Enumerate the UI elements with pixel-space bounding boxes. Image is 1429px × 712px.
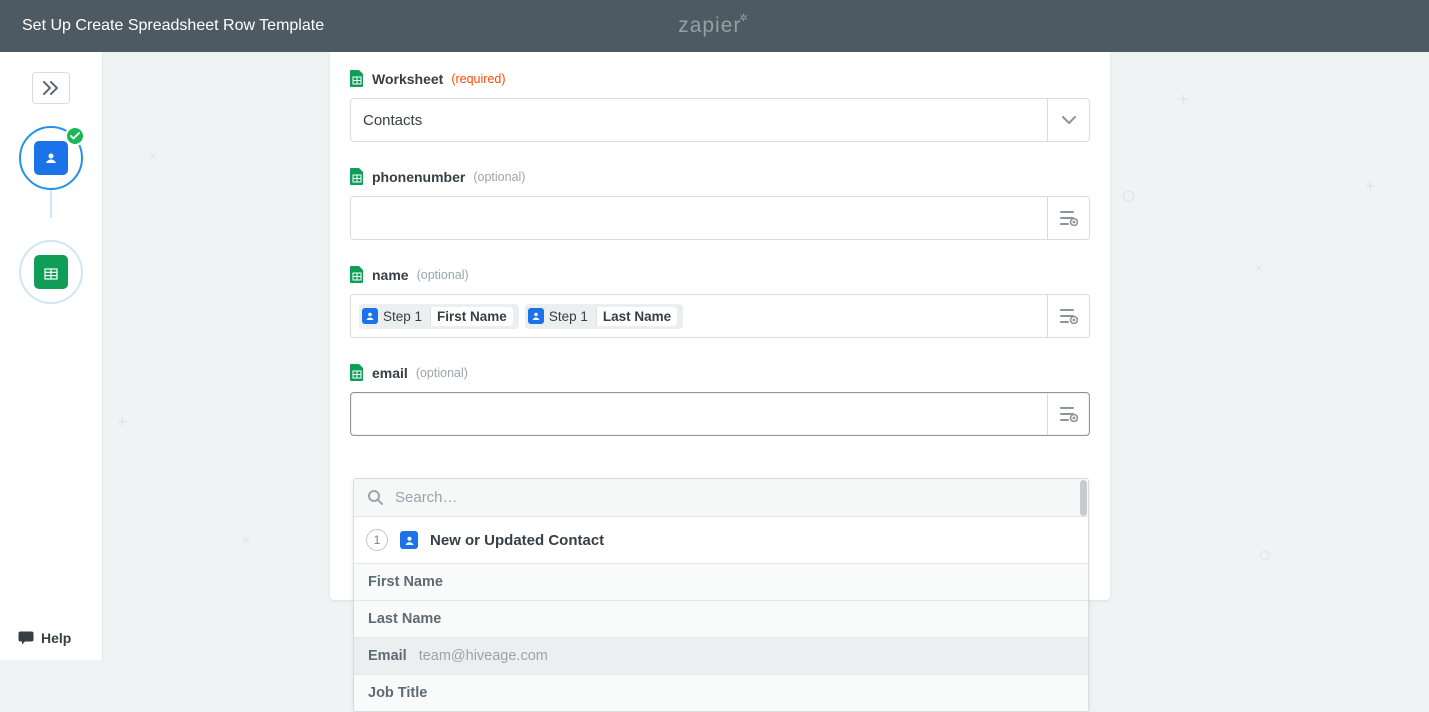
decor-plus: +: [117, 412, 128, 433]
search-icon: [368, 490, 383, 505]
field-email: email (optional): [350, 364, 1090, 436]
sheets-small-icon: [350, 266, 364, 284]
help-label: Help: [41, 630, 71, 646]
field-label: phonenumber (optional): [350, 168, 1090, 186]
field-label: Worksheet (required): [350, 70, 1090, 88]
field-phonenumber: phonenumber (optional): [350, 168, 1090, 240]
dropdown-item-job-title[interactable]: Job Title: [354, 675, 1088, 711]
worksheet-select[interactable]: Contacts: [350, 98, 1090, 142]
field-label: name (optional): [350, 266, 1090, 284]
sheets-small-icon: [350, 70, 364, 88]
sheets-small-icon: [350, 168, 364, 186]
help-button[interactable]: Help: [18, 630, 71, 646]
decor-x: ×: [149, 148, 157, 164]
sidebar: Help: [0, 52, 103, 660]
sheets-small-icon: [350, 364, 364, 382]
chat-icon: [18, 631, 34, 645]
contact-icon: [362, 308, 378, 324]
topbar: Set Up Create Spreadsheet Row Template z…: [0, 0, 1429, 52]
chevron-double-right-icon: [43, 81, 59, 95]
decor-x: ×: [242, 532, 250, 548]
field-dropdown: 1 New or Updated Contact First Name Last…: [353, 478, 1089, 712]
worksheet-value: Contacts: [351, 99, 1047, 141]
google-sheets-icon: [34, 255, 68, 289]
dropdown-item-email[interactable]: Email team@hiveage.com: [354, 638, 1088, 675]
step-connector: [50, 190, 52, 218]
dropdown-item-last-name[interactable]: Last Name: [354, 601, 1088, 638]
phonenumber-input[interactable]: [350, 196, 1090, 240]
dropdown-trigger-header[interactable]: 1 New or Updated Contact: [354, 517, 1088, 564]
field-name: name (optional) Step 1 First Name Step 1: [350, 266, 1090, 338]
contact-icon: [528, 308, 544, 324]
decor-circle: ○: [1121, 180, 1137, 211]
dropdown-search-input[interactable]: [395, 489, 1074, 506]
decor-circle: ○: [1258, 542, 1271, 568]
field-pill[interactable]: Step 1 Last Name: [525, 304, 683, 329]
google-contacts-icon: [34, 141, 68, 175]
field-worksheet: Worksheet (required) Contacts: [350, 70, 1090, 142]
dropdown-item-first-name[interactable]: First Name: [354, 564, 1088, 601]
step-2-node[interactable]: [19, 240, 83, 304]
insert-field-button[interactable]: [1047, 197, 1089, 239]
chevron-down-icon[interactable]: [1047, 99, 1089, 141]
collapse-sidebar-button[interactable]: [32, 72, 70, 104]
field-pill[interactable]: Step 1 First Name: [359, 304, 519, 329]
insert-field-button[interactable]: [1047, 393, 1089, 435]
insert-field-button[interactable]: [1047, 295, 1089, 337]
step-number: 1: [366, 529, 388, 551]
step-1-node[interactable]: [19, 126, 83, 190]
decor-x: ×: [1255, 260, 1263, 276]
name-input[interactable]: Step 1 First Name Step 1 Last Name: [350, 294, 1090, 338]
field-label: email (optional): [350, 364, 1090, 382]
contact-icon: [400, 531, 418, 549]
check-badge-icon: [65, 126, 85, 146]
scrollbar[interactable]: [1080, 480, 1087, 516]
page-title: Set Up Create Spreadsheet Row Template: [22, 17, 324, 35]
decor-plus: +: [1178, 89, 1189, 110]
dropdown-search: [354, 479, 1088, 517]
zapier-logo: zapier✲: [678, 14, 751, 38]
decor-plus: +: [1365, 176, 1376, 197]
email-input[interactable]: [350, 392, 1090, 436]
